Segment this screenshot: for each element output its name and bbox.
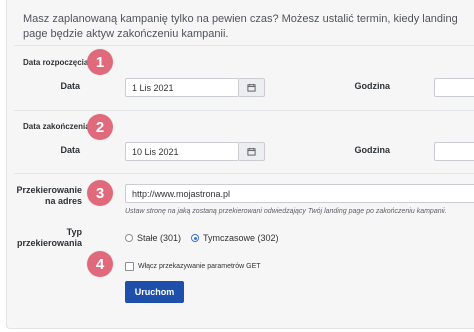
calendar-icon <box>247 147 256 156</box>
calendar-icon <box>247 83 256 92</box>
end-calendar-button[interactable] <box>239 142 265 161</box>
radio-permanent-301[interactable]: Stałe (301) <box>125 233 181 243</box>
start-section-title: Data rozpoczęcia <box>23 58 89 67</box>
start-date-value: 1 Lis 2021 <box>132 82 174 93</box>
redirect-hint: Ustaw stronę na jaką zostaną przekierowa… <box>125 208 447 215</box>
pass-get-params-label: Włącz przekazywanie parametrów GET <box>138 263 261 270</box>
step-badge-1: 1 <box>87 49 113 75</box>
radio-button[interactable] <box>125 234 133 242</box>
redirect-type-label-line1: Typ <box>66 227 82 237</box>
radio-button-selected[interactable] <box>191 234 200 242</box>
intro-text: Masz zaplanowaną kampanię tylko na pewie… <box>23 13 458 40</box>
step-badge-3: 3 <box>87 180 113 206</box>
end-time-label: Godzina <box>354 145 391 155</box>
start-date-label: Data <box>60 81 80 91</box>
divider <box>14 45 474 46</box>
redirect-url-value: http://www.mojastrona.pl <box>132 188 231 199</box>
end-time-input[interactable] <box>434 142 474 161</box>
redirect-label-line1: Przekierowanie <box>16 185 82 195</box>
radio-label: Stałe (301) <box>137 233 182 243</box>
start-date-input[interactable]: 1 Lis 2021 <box>125 78 239 97</box>
pass-get-params-option[interactable]: Włącz przekazywanie parametrów GET <box>125 262 261 271</box>
redirect-label: Przekierowanie na adres <box>10 185 82 207</box>
submit-button[interactable]: Uruchom <box>125 281 184 303</box>
redirect-url-input[interactable]: http://www.mojastrona.pl <box>125 184 474 203</box>
start-time-label: Godzina <box>354 81 391 91</box>
campaign-schedule-panel <box>6 0 474 329</box>
redirect-type-radio-group: Stałe (301) Tymczasowe (302) <box>125 233 279 243</box>
step-badge-2: 2 <box>87 114 113 140</box>
redirect-label-line2: na adres <box>44 196 82 206</box>
divider <box>14 173 474 174</box>
end-date-label: Data <box>60 145 80 155</box>
redirect-type-label: Typ przekierowania <box>10 227 82 249</box>
start-time-input[interactable] <box>434 78 474 97</box>
pass-get-params-checkbox[interactable] <box>125 262 134 271</box>
end-date-input[interactable]: 10 Lis 2021 <box>125 142 239 161</box>
radio-label: Tymczasowe (302) <box>203 233 279 243</box>
divider <box>14 110 474 111</box>
step-badge-4: 4 <box>87 251 113 277</box>
redirect-type-label-line2: przekierowania <box>16 238 82 248</box>
start-calendar-button[interactable] <box>239 78 265 97</box>
end-date-value: 10 Lis 2021 <box>132 146 179 157</box>
radio-temporary-302[interactable]: Tymczasowe (302) <box>191 233 279 243</box>
end-section-title: Data zakończenia <box>23 122 90 131</box>
